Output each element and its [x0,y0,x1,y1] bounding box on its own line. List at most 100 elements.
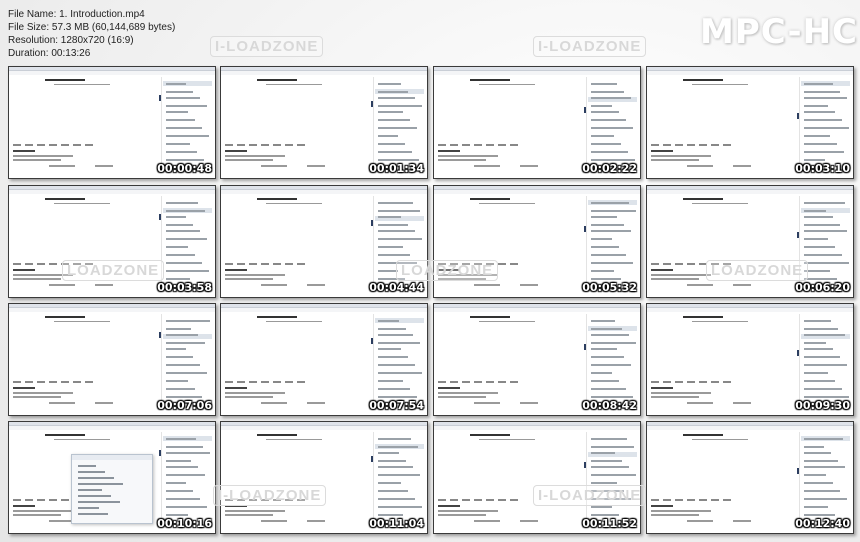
bottom-line [438,505,460,507]
browser-toolbar [221,190,427,194]
bottom-line [13,396,61,398]
video-thumbnail[interactable]: 00:02:22 [433,66,641,179]
video-thumbnail[interactable]: 00:03:58 [8,185,216,298]
bottom-line [225,510,285,512]
bottom-line [474,284,500,286]
bottom-line [438,155,498,157]
side-panel-line [591,372,612,374]
page-heading-line [45,434,85,436]
page-heading-line [257,434,297,436]
side-panel-line [166,278,190,280]
bottom-line [13,269,35,271]
timestamp-label: 00:09:30 [795,399,850,412]
browser-toolbar [221,426,427,430]
side-panel-line [378,246,403,248]
side-panel-line [591,438,627,440]
bottom-line [733,520,751,522]
side-panel-line [166,270,209,272]
bottom-tabs [651,381,731,383]
video-thumbnail[interactable]: 00:12:40 [646,421,854,534]
side-panel-line [804,334,845,336]
side-panel-line [591,262,633,264]
timestamp-label: 00:02:22 [582,162,637,175]
side-panel-line [591,474,636,476]
side-panel-marker [797,113,799,119]
video-thumbnail[interactable]: 00:07:54 [220,303,428,416]
side-panel-marker [584,107,586,113]
video-thumbnail[interactable]: 00:11:52 [433,421,641,534]
side-panel-line [166,328,191,330]
side-panel [586,314,639,406]
bottom-line [438,387,460,389]
side-panel-line [166,151,197,153]
video-thumbnail[interactable]: 00:08:42 [433,303,641,416]
side-panel-line [378,230,415,232]
page-subtitle-line [54,439,110,440]
side-panel-line [804,452,831,454]
side-panel-line [804,342,826,344]
side-panel-line [166,348,186,350]
bottom-tabs [651,144,731,146]
video-thumbnail[interactable]: 00:11:04 [220,421,428,534]
side-panel-line [166,474,205,476]
side-panel-line [166,334,198,336]
timestamp-label: 00:06:20 [795,281,850,294]
side-panel-line [591,83,617,85]
page-subtitle-line [266,84,322,85]
side-panel-marker [159,332,161,338]
side-panel-line [378,396,417,398]
side-panel-line [378,111,403,113]
video-thumbnail[interactable]: 00:06:20 [646,185,854,298]
bottom-tabs [225,381,305,383]
side-panel-line [378,224,408,226]
side-panel-line [166,460,191,462]
video-thumbnail[interactable]: 00:09:30 [646,303,854,416]
side-panel-line [804,388,842,390]
bottom-tabs [225,144,305,146]
side-panel-line [166,364,200,366]
side-panel [373,432,426,524]
bottom-line [307,402,325,404]
side-panel-line [378,105,422,107]
side-panel-marker [584,226,586,232]
video-thumbnail[interactable]: 00:00:48 [8,66,216,179]
video-thumbnail[interactable]: 00:04:44 [220,185,428,298]
timestamp-label: 00:03:58 [157,281,212,294]
video-thumbnail[interactable]: 00:03:10 [646,66,854,179]
bottom-line [438,392,498,394]
video-thumbnail[interactable]: 00:01:34 [220,66,428,179]
side-panel-line [166,216,186,218]
side-panel-line [378,364,415,366]
bottom-line [95,402,113,404]
side-panel-line [166,380,188,382]
browser-toolbar [9,71,215,75]
browser-toolbar [647,71,853,75]
video-thumbnail[interactable]: 00:10:16 [8,421,216,534]
bottom-line [651,150,673,152]
side-panel-line [378,328,406,330]
page-heading-line [683,198,723,200]
bottom-line [687,402,713,404]
watermark: I-LOADZONE [210,36,324,57]
side-panel-line [804,97,847,99]
side-panel-line [378,320,399,322]
bottom-line [225,159,273,161]
bottom-line [13,510,73,512]
page-heading-line [683,79,723,81]
side-panel-marker [159,214,161,220]
side-panel-line [378,498,415,500]
side-panel-line [378,334,413,336]
bottom-line [438,510,498,512]
side-panel-line [804,105,828,107]
side-panel-line [166,230,200,232]
browser-toolbar [434,71,640,75]
bottom-line [687,284,713,286]
side-panel-line [378,91,408,93]
video-thumbnail[interactable]: 00:07:06 [8,303,216,416]
timestamp-label: 00:11:04 [369,517,424,530]
side-panel-line [591,446,634,448]
dialog-line [78,501,120,503]
video-thumbnail[interactable]: 00:05:32 [433,185,641,298]
side-panel-line [591,105,612,107]
side-panel-line [378,388,410,390]
